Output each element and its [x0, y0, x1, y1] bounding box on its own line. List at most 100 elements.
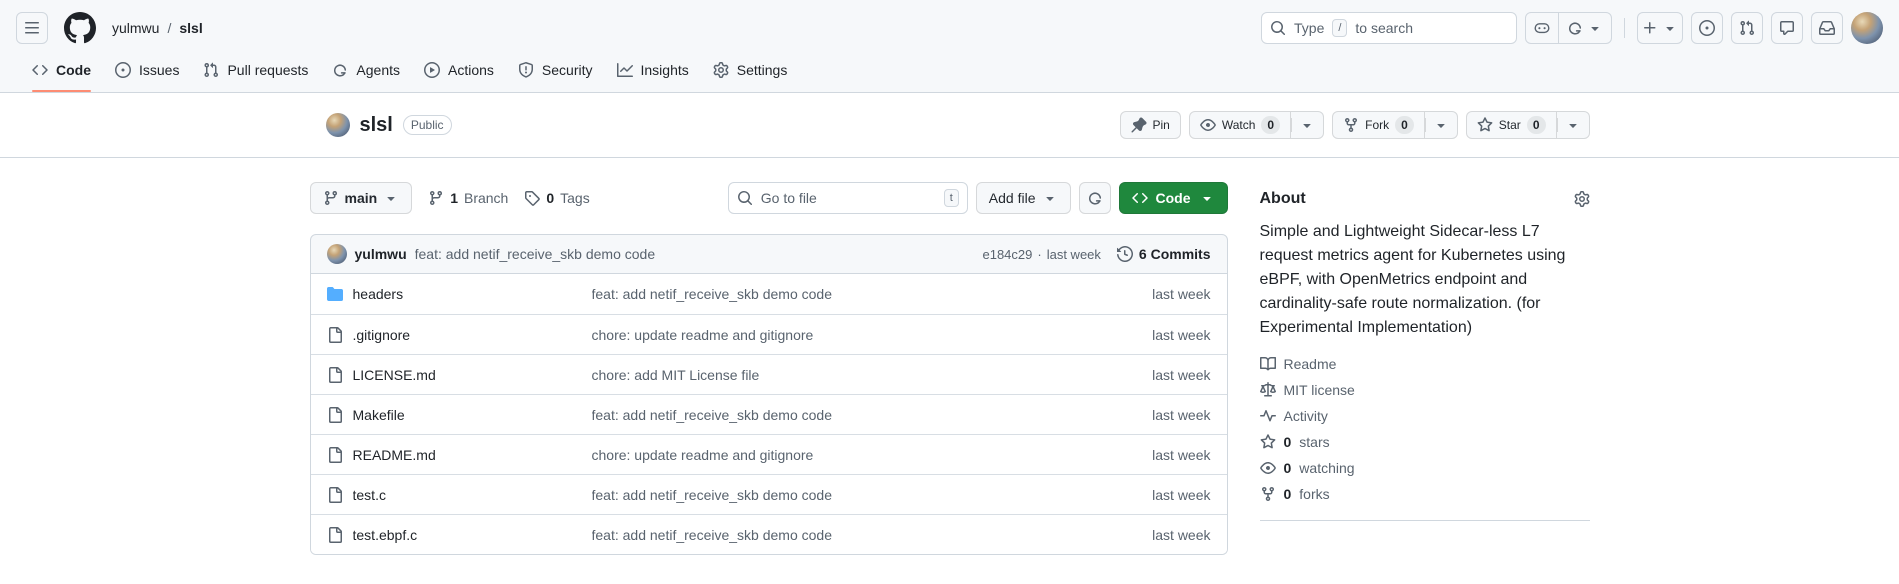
copilot-button[interactable] [1526, 13, 1558, 43]
meta-item-forks[interactable]: 0 forks [1260, 486, 1590, 502]
copilot-agent-button[interactable] [1078, 182, 1111, 214]
edit-about-gear-icon[interactable] [1574, 191, 1590, 207]
global-search-input[interactable]: Type / to search [1261, 12, 1517, 44]
file-name-link[interactable]: README.md [353, 447, 436, 463]
code-button[interactable]: Code [1118, 182, 1228, 214]
dropdown-caret-button[interactable] [1556, 111, 1590, 139]
hamburger-icon [24, 20, 40, 36]
slash-key-hint: / [1332, 19, 1348, 37]
pulse-icon [1259, 408, 1276, 424]
file-name-link[interactable]: Makefile [353, 407, 405, 423]
tab-actions[interactable]: Actions [416, 48, 502, 92]
file-commit-message-link[interactable]: feat: add netif_receive_skb demo code [592, 527, 1091, 543]
pull-requests-header-button[interactable] [1731, 12, 1763, 44]
commit-message-link[interactable]: feat: add netif_receive_skb demo code [415, 246, 656, 262]
file-name-link[interactable]: LICENSE.md [353, 367, 436, 383]
tab-insights[interactable]: Insights [609, 48, 697, 92]
github-logo[interactable] [64, 12, 96, 44]
watch-button-group: Watch 0 [1188, 111, 1325, 139]
tab-settings[interactable]: Settings [705, 48, 796, 92]
meta-item-activity[interactable]: Activity [1259, 408, 1590, 424]
meta-item-readme[interactable]: Readme [1259, 356, 1590, 372]
meta-item-mit-license[interactable]: MIT license [1259, 382, 1590, 398]
table-row: Makefile feat: add netif_receive_skb dem… [310, 394, 1227, 434]
create-new-dropdown[interactable] [1637, 12, 1683, 44]
tab-pull-requests[interactable]: Pull requests [195, 48, 316, 92]
chevron-down-icon [1433, 117, 1449, 133]
law-icon [1259, 382, 1276, 398]
chevron-down-icon [1565, 117, 1581, 133]
file-updated-time: last week [1152, 326, 1211, 343]
search-icon [737, 190, 753, 206]
breadcrumb-repo-link[interactable]: slsl [179, 20, 202, 36]
commit-history-link[interactable]: 6 Commits [1116, 246, 1211, 262]
star-icon [1260, 434, 1276, 450]
notifications-inbox-button[interactable] [1811, 12, 1843, 44]
chevron-down-icon [383, 190, 399, 206]
graph-icon [616, 62, 633, 78]
tab-security[interactable]: Security [510, 48, 601, 92]
git-pull-request-icon [203, 62, 219, 78]
visibility-badge: Public [402, 115, 452, 135]
star-button[interactable]: Star 0 [1465, 111, 1557, 139]
file-commit-message-link[interactable]: chore: update readme and gitignore [592, 447, 1091, 463]
file-name-link[interactable]: .gitignore [353, 327, 411, 343]
breadcrumb-separator: / [167, 20, 172, 36]
watch-button[interactable]: Watch 0 [1188, 111, 1292, 139]
tab-issues[interactable]: Issues [107, 48, 187, 92]
dropdown-caret-button[interactable] [1291, 111, 1325, 139]
dropdown-caret-button[interactable] [1424, 111, 1458, 139]
code-icon [1131, 190, 1148, 206]
agent-icon [1567, 20, 1583, 36]
chat-header-button[interactable] [1771, 12, 1803, 44]
global-nav-menu-button[interactable] [16, 12, 48, 44]
inbox-icon [1819, 20, 1835, 36]
repo-header: slsl Public Pin Watch 0 Fork 0 Star 0 [0, 93, 1899, 158]
tab-code[interactable]: Code [24, 48, 99, 92]
file-commit-message-link[interactable]: chore: add MIT License file [592, 367, 1091, 383]
search-placeholder-prefix: Type [1294, 20, 1325, 36]
breadcrumb-owner-link[interactable]: yulmwu [112, 20, 159, 36]
commit-sha-link[interactable]: e184c29 [982, 247, 1032, 262]
file-icon [327, 486, 343, 503]
file-name-link[interactable]: headers [353, 286, 404, 302]
file-updated-time: last week [1152, 526, 1211, 543]
app-header: yulmwu / slsl Type / to search Code Issu… [0, 0, 1899, 93]
meta-item-watching[interactable]: 0 watching [1259, 460, 1590, 476]
issue-opened-icon [1699, 20, 1715, 36]
file-commit-message-link[interactable]: feat: add netif_receive_skb demo code [592, 286, 1091, 302]
issues-header-button[interactable] [1691, 12, 1723, 44]
copilot-agents-dropdown[interactable] [1558, 13, 1611, 43]
about-title: About [1259, 190, 1306, 207]
meta-item-stars[interactable]: 0 stars [1260, 434, 1590, 450]
commit-author-avatar[interactable] [326, 244, 347, 264]
chevron-down-icon [1299, 117, 1315, 133]
file-table: headers feat: add netif_receive_skb demo… [309, 274, 1228, 555]
pin-button[interactable]: Pin [1119, 111, 1181, 139]
file-icon [327, 326, 343, 343]
tags-link[interactable]: 0 Tags [524, 190, 590, 206]
copilot-icon [1534, 20, 1550, 36]
comment-icon [1779, 20, 1795, 36]
add-file-button[interactable]: Add file [975, 182, 1071, 214]
file-commit-message-link[interactable]: feat: add netif_receive_skb demo code [592, 407, 1091, 423]
agent-icon [332, 62, 348, 78]
git-branch-icon [323, 190, 339, 206]
file-commit-message-link[interactable]: chore: update readme and gitignore [592, 327, 1091, 343]
repo-owner-avatar[interactable] [325, 113, 350, 137]
tab-agents[interactable]: Agents [324, 48, 408, 92]
sidebar-divider [1259, 520, 1590, 521]
commit-time: last week [1046, 246, 1101, 262]
fork-button[interactable]: Fork 0 [1332, 111, 1425, 139]
go-to-file-input[interactable]: Go to file t [727, 182, 968, 214]
file-name-link[interactable]: test.c [353, 487, 386, 503]
branch-selector-button[interactable]: main [309, 182, 413, 214]
file-name-link[interactable]: test.ebpf.c [353, 527, 418, 543]
user-avatar[interactable] [1851, 12, 1883, 44]
repo-title[interactable]: slsl [360, 114, 393, 137]
commit-author-link[interactable]: yulmwu [355, 246, 407, 262]
file-updated-time: last week [1152, 486, 1211, 503]
branches-link[interactable]: 1 Branch [428, 190, 508, 206]
file-commit-message-link[interactable]: feat: add netif_receive_skb demo code [592, 487, 1091, 503]
chevron-down-icon [1199, 190, 1215, 206]
